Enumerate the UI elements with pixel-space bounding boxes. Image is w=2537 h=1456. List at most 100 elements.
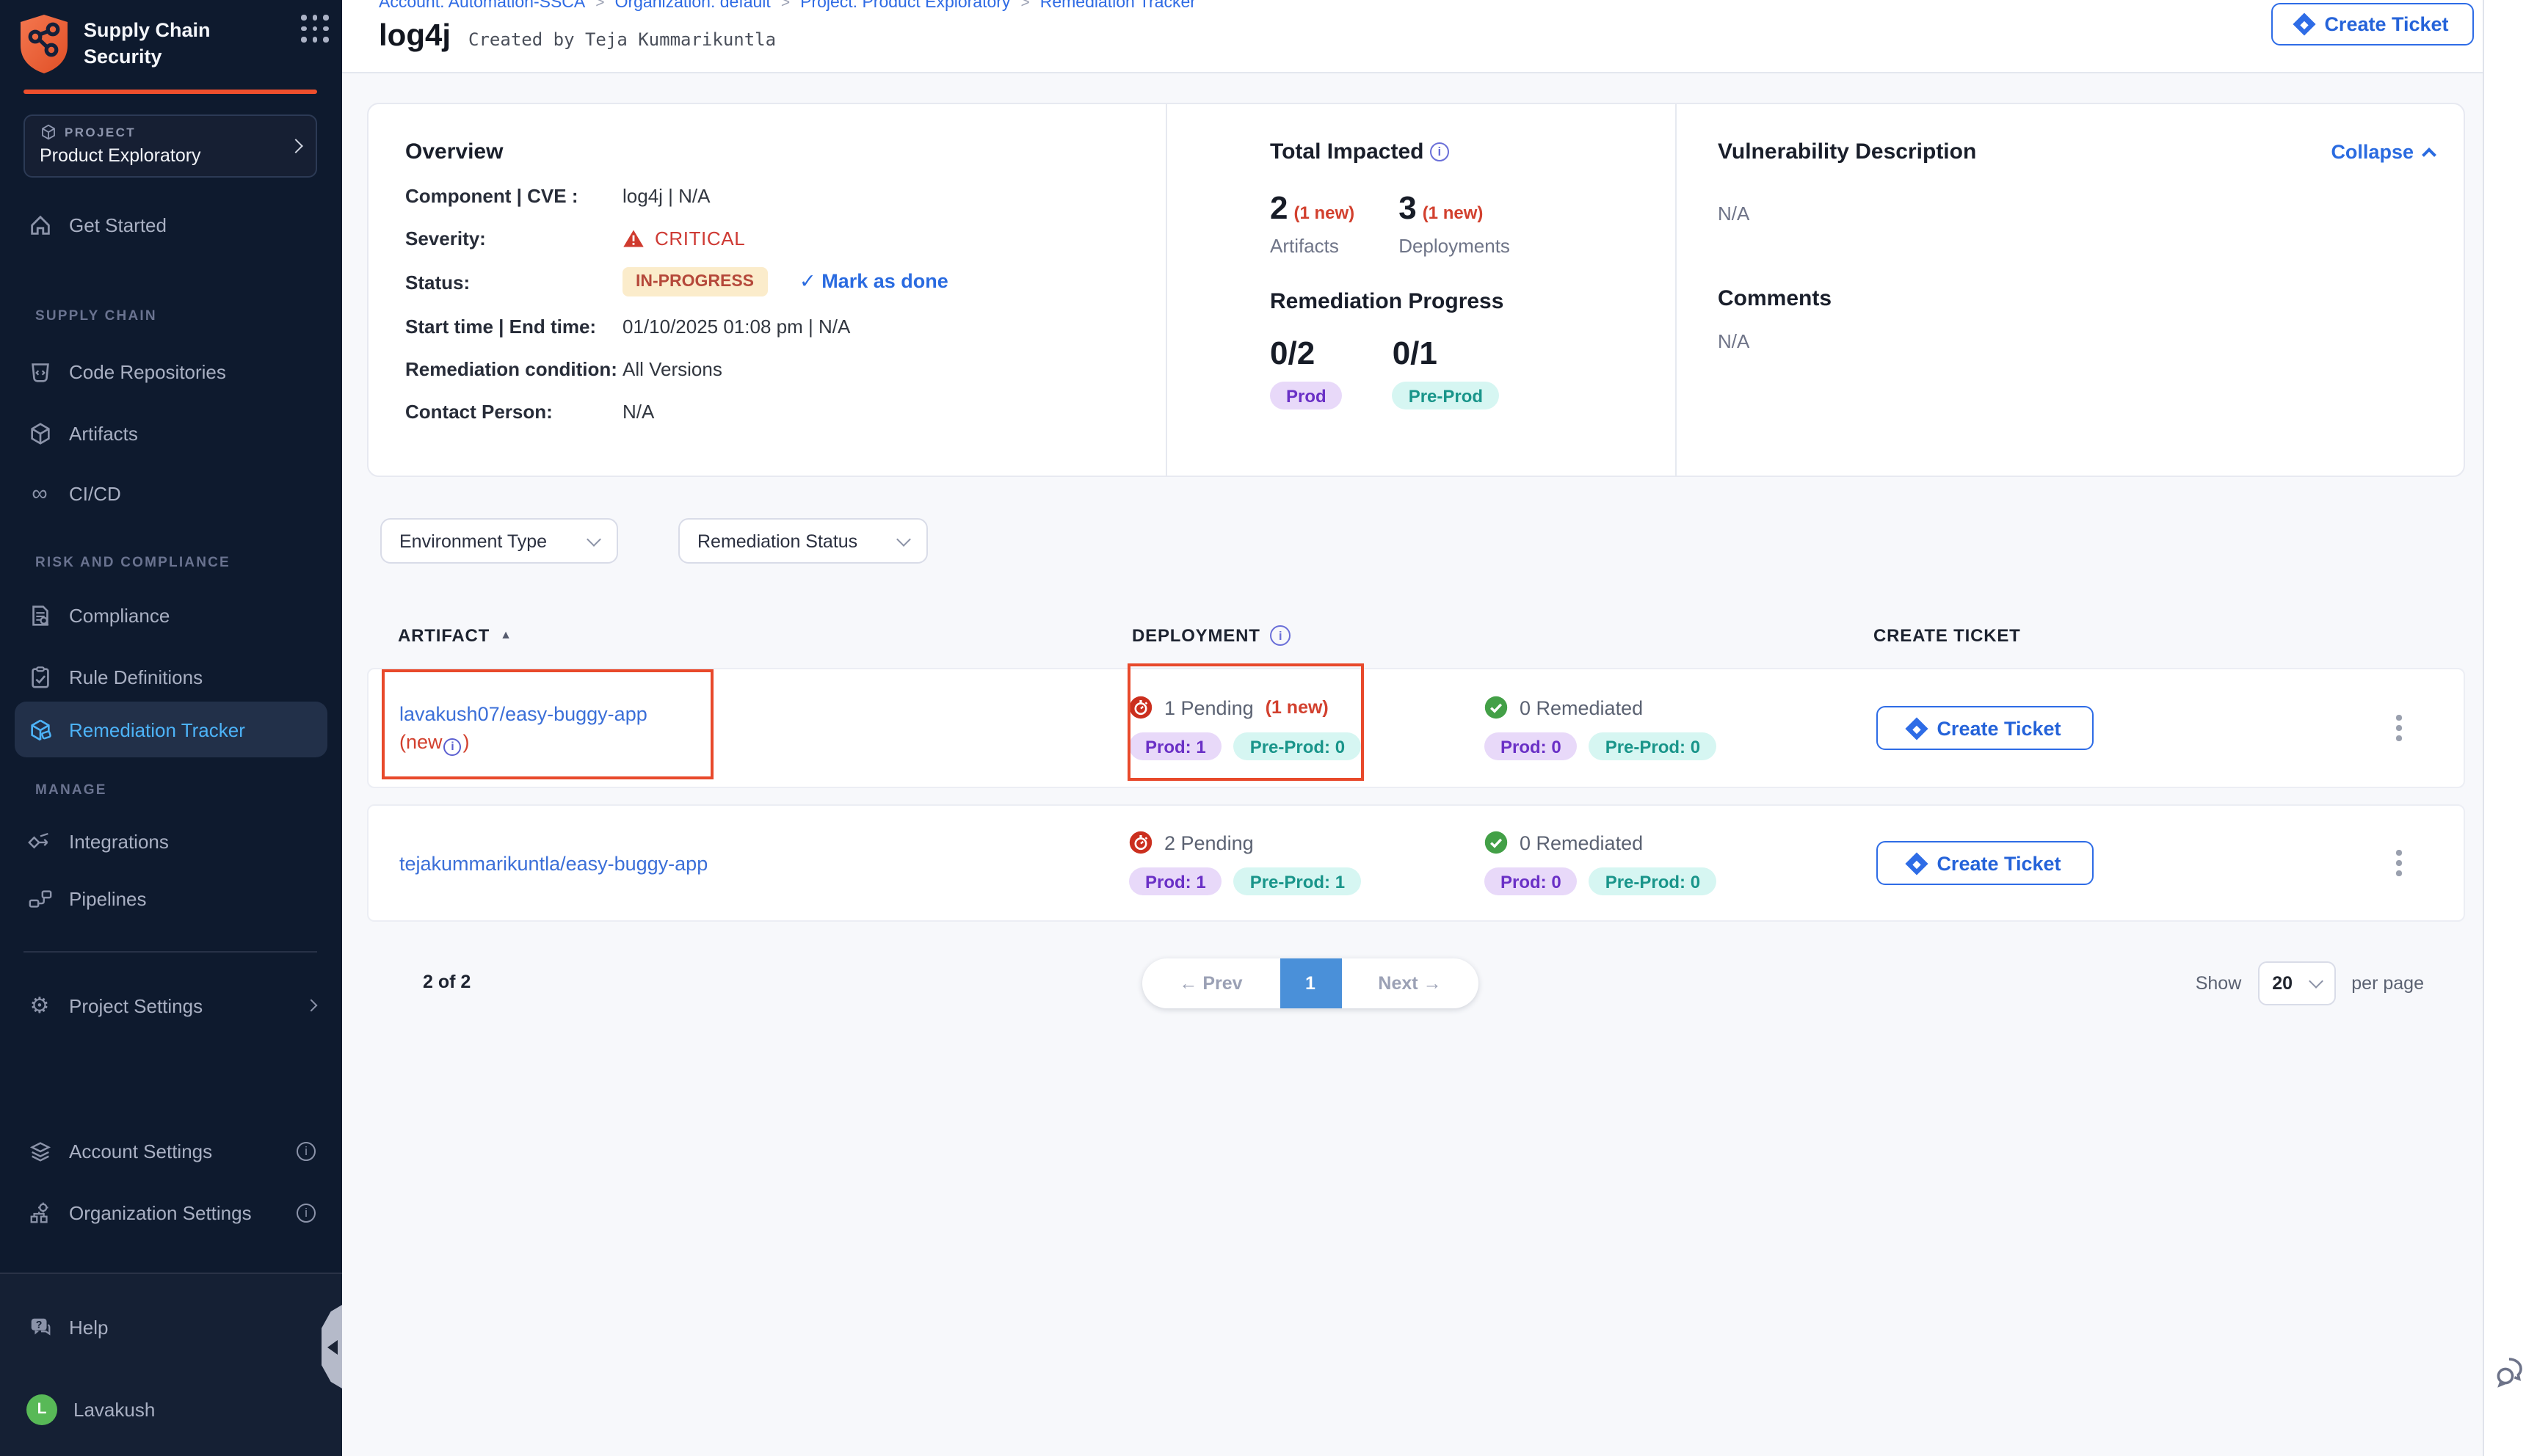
chevron-down-icon [2308, 974, 2323, 989]
kebab-menu-icon[interactable] [2389, 851, 2409, 876]
details-column: Vulnerability Description Collapse N/A C… [1675, 104, 2464, 476]
chevron-right-icon [305, 1000, 318, 1012]
sidebar-item-label: Account Settings [69, 1140, 212, 1162]
prod-count-badge: Prod: 0 [1484, 867, 1578, 895]
breadcrumb-organization[interactable]: Organization: default [615, 0, 771, 12]
create-ticket-column-header: CREATE TICKET [1821, 625, 2261, 645]
kebab-menu-icon[interactable] [2389, 716, 2409, 741]
project-cube-icon [40, 123, 57, 141]
remediated-count: 0 Remediated [1520, 696, 1643, 718]
time-value: 01/10/2025 01:08 pm | N/A [623, 316, 1166, 338]
pending-count: 2 Pending [1164, 831, 1254, 853]
prod-count-badge: Prod: 0 [1484, 732, 1578, 760]
sidebar-item-help[interactable]: ? Help [15, 1300, 327, 1353]
breadcrumb-separator: > [1020, 0, 1029, 12]
sidebar-item-project-settings[interactable]: ⚙ Project Settings [15, 979, 327, 1032]
project-selector[interactable]: PROJECT Product Exploratory [23, 114, 317, 178]
pending-count: 1 Pending [1164, 696, 1254, 718]
create-ticket-button[interactable]: Create Ticket [1876, 706, 2094, 750]
sidebar-item-account-settings[interactable]: Account Settings i [15, 1124, 327, 1177]
sidebar-item-label: Artifacts [69, 422, 138, 444]
component-cve-label: Component | CVE : [405, 185, 623, 207]
sidebar-item-user[interactable]: L Lavakush [15, 1383, 327, 1435]
show-label: Show [2196, 973, 2242, 994]
condition-label: Remediation condition: [405, 358, 623, 380]
condition-value: All Versions [623, 358, 1166, 380]
page-size-select[interactable]: 20 [2257, 961, 2335, 1005]
sidebar-item-artifacts[interactable]: Artifacts [15, 407, 327, 459]
create-ticket-button[interactable]: Create Ticket [1876, 841, 2094, 885]
time-label: Start time | End time: [405, 316, 623, 338]
integrations-icon [26, 828, 53, 854]
remediated-check-icon [1484, 831, 1508, 854]
breadcrumb-separator: > [781, 0, 790, 12]
remediation-progress-heading: Remediation Progress [1270, 289, 1675, 314]
sidebar-item-label: Organization Settings [69, 1201, 252, 1223]
artifact-column-header[interactable]: ARTIFACT▲ [367, 625, 1101, 645]
home-icon [26, 211, 53, 238]
account-layers-icon [26, 1138, 53, 1164]
mark-as-done-link[interactable]: ✓ Mark as done [799, 270, 948, 294]
clipboard-check-icon [26, 663, 53, 690]
organization-icon [26, 1199, 53, 1226]
gear-icon: ⚙ [26, 992, 53, 1019]
chevron-up-icon [2422, 147, 2436, 161]
app-logo-shield-icon [18, 13, 70, 75]
artifact-link[interactable]: lavakush07/easy-buggy-app [399, 703, 647, 725]
module-switcher-icon[interactable] [301, 15, 330, 44]
environment-type-filter[interactable]: Environment Type [380, 518, 618, 564]
sidebar-item-label: CI/CD [69, 482, 121, 504]
sidebar-item-cicd[interactable]: ∞ CI/CD [15, 467, 327, 520]
sidebar-item-compliance[interactable]: Compliance [15, 589, 327, 641]
sidebar-item-organization-settings[interactable]: Organization Settings i [15, 1186, 327, 1239]
breadcrumb-project[interactable]: Project: Product Exploratory [800, 0, 1010, 12]
artifact-cell: lavakush07/easy-buggy-app (newi) [369, 700, 1103, 756]
sidebar-item-label: Help [69, 1316, 109, 1338]
info-icon[interactable]: i [1271, 625, 1291, 645]
sidebar-divider [23, 951, 317, 953]
impacted-artifacts-stat: 2(1 new) Artifacts [1270, 189, 1354, 257]
pagination-pill: ← Prev 1 Next → [1142, 958, 1478, 1008]
prev-page-button[interactable]: ← Prev [1142, 973, 1280, 994]
sidebar-group-supply-chain: SUPPLY CHAIN [35, 308, 157, 324]
sidebar-item-code-repositories[interactable]: Code Repositories [15, 345, 327, 398]
chat-launcher-icon[interactable] [2490, 1350, 2531, 1391]
sidebar-item-integrations[interactable]: Integrations [15, 815, 327, 867]
sidebar-item-remediation-tracker[interactable]: Remediation Tracker [15, 702, 327, 757]
create-ticket-button[interactable]: Create Ticket [2271, 3, 2474, 46]
sidebar-item-pipelines[interactable]: Pipelines [15, 872, 327, 925]
preprod-progress: 0/1 Pre-Prod [1393, 335, 1499, 410]
create-ticket-cell: Create Ticket [1822, 706, 2262, 750]
table-row: tejakummarikuntla/easy-buggy-app 2 Pendi… [367, 804, 2465, 922]
breadcrumb: Account: Automation-SSCA > Organization: d… [379, 0, 1196, 12]
info-icon[interactable]: i [1430, 142, 1449, 161]
breadcrumb-account[interactable]: Account: Automation-SSCA [379, 0, 585, 12]
app-logo-row: Supply Chain Security [18, 10, 326, 78]
prod-count-badge: Prod: 1 [1129, 867, 1222, 895]
ticket-diamond-icon [1906, 851, 1928, 874]
filters-row: Environment Type Remediation Status [380, 518, 2483, 564]
overview-column: Overview Component | CVE : log4j | N/A S… [369, 104, 1166, 476]
pending-icon [1129, 696, 1153, 719]
sidebar-item-rule-definitions[interactable]: Rule Definitions [15, 650, 327, 703]
artifact-link[interactable]: tejakummarikuntla/easy-buggy-app [399, 852, 708, 874]
contact-label: Contact Person: [405, 401, 623, 423]
page-number-active[interactable]: 1 [1280, 958, 1341, 1008]
remediation-status-filter[interactable]: Remediation Status [678, 518, 928, 564]
status-badge: IN-PROGRESS [623, 267, 767, 296]
breadcrumb-current[interactable]: Remediation Tracker [1040, 0, 1196, 12]
sidebar-item-label: Integrations [69, 830, 169, 852]
preprod-count-badge: Pre-Prod: 0 [1234, 732, 1361, 760]
vulnerability-description-value: N/A [1718, 203, 2464, 225]
impacted-deployments-stat: 3(1 new) Deployments [1398, 189, 1510, 257]
sidebar-item-get-started[interactable]: Get Started [15, 198, 327, 251]
ticket-diamond-icon [1906, 716, 1928, 739]
info-icon: i [297, 1203, 316, 1222]
deployment-pending-cell: 2 Pending Prod: 1 Pre-Prod: 1 [1103, 831, 1455, 895]
info-icon[interactable]: i [444, 738, 462, 755]
next-page-button[interactable]: Next → [1341, 973, 1478, 994]
row-actions-cell [2262, 716, 2464, 741]
collapse-link[interactable]: Collapse [2331, 141, 2434, 163]
sidebar-item-label: Remediation Tracker [69, 718, 245, 740]
avatar: L [26, 1394, 57, 1424]
